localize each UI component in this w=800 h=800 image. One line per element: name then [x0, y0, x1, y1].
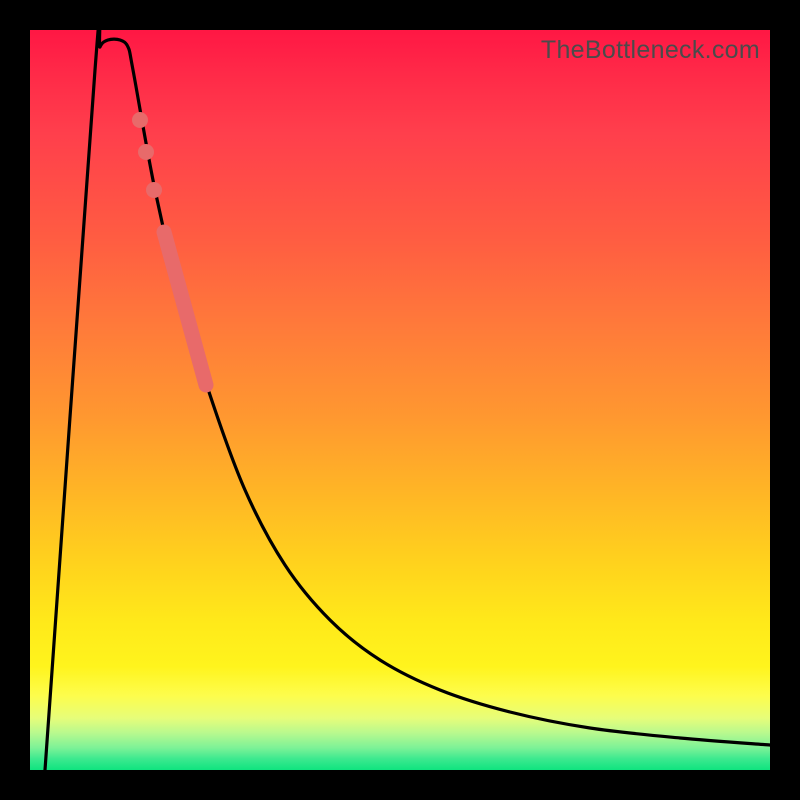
- bottleneck-curve: [45, 11, 770, 770]
- highlight-dot: [138, 144, 154, 160]
- highlight-segment: [164, 232, 206, 385]
- chart-svg: [30, 30, 770, 770]
- highlight-dot: [132, 112, 148, 128]
- highlight-dots: [132, 112, 162, 198]
- plot-area: TheBottleneck.com: [30, 30, 770, 770]
- chart-frame: TheBottleneck.com: [0, 0, 800, 800]
- highlight-dot: [146, 182, 162, 198]
